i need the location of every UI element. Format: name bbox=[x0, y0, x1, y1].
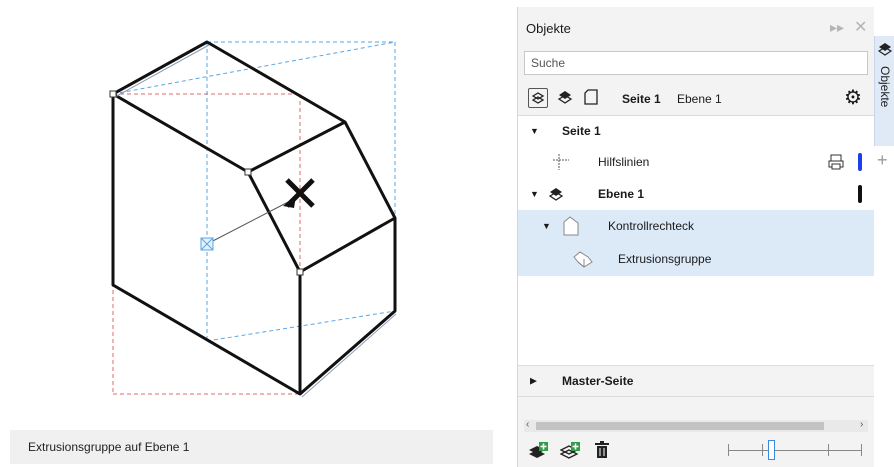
status-bar: Extrusionsgruppe auf Ebene 1 bbox=[10, 430, 493, 464]
horizontal-scrollbar[interactable]: ‹ › bbox=[524, 419, 868, 432]
expand-triangle-icon[interactable]: ▼ bbox=[530, 126, 539, 136]
zoom-slider-thumb[interactable] bbox=[768, 440, 775, 460]
expand-triangle-icon[interactable]: ▼ bbox=[530, 189, 539, 199]
vanishing-point-line bbox=[206, 199, 293, 245]
delete-icon[interactable] bbox=[594, 440, 610, 463]
scroll-right-icon[interactable]: › bbox=[860, 419, 863, 430]
close-icon[interactable]: ✕ bbox=[854, 17, 867, 37]
object-tree: ▼ Seite 1 Hilfslinien ▼ Ebene 1 ▼ Kontro… bbox=[518, 115, 874, 366]
tree-item-extrusion-group[interactable]: Extrusionsgruppe bbox=[518, 242, 874, 276]
layer-icon bbox=[548, 186, 564, 205]
objects-toolbar: Seite 1 Ebene 1 ⚙ bbox=[518, 79, 874, 115]
objects-panel: Objekte ▸▸ ✕ Seite 1 Ebene 1 ⚙ ▼ Seite 1… bbox=[517, 7, 874, 467]
tree-item-layer[interactable]: ▼ Ebene 1 bbox=[518, 178, 874, 210]
panel-title: Objekte bbox=[526, 21, 571, 36]
shape-icon bbox=[562, 216, 580, 239]
extruded-shape bbox=[111, 40, 397, 396]
panel-header: Objekte ▸▸ ✕ bbox=[518, 7, 874, 47]
tree-item-label: Seite 1 bbox=[562, 124, 601, 138]
tree-item-control-rectangle[interactable]: ▼ Kontrollrechteck bbox=[518, 210, 874, 242]
tree-item-label: Hilfslinien bbox=[598, 155, 650, 169]
show-all-pages-icon[interactable] bbox=[528, 88, 548, 108]
zoom-slider[interactable] bbox=[728, 440, 862, 460]
tree-item-label: Extrusionsgruppe bbox=[618, 252, 712, 266]
expand-triangle-icon[interactable]: ▼ bbox=[542, 221, 551, 231]
docker-tab-label: Objekte bbox=[878, 66, 892, 108]
printer-icon[interactable] bbox=[828, 154, 844, 173]
tree-item-label: Master-Seite bbox=[562, 374, 634, 388]
layers-icon bbox=[877, 42, 893, 59]
selection-handle bbox=[109, 90, 117, 98]
page-icon[interactable] bbox=[582, 88, 600, 106]
drawing-canvas[interactable] bbox=[0, 0, 510, 467]
tree-item-master-page[interactable]: ▶ Master-Seite bbox=[518, 365, 874, 397]
tree-item-guides[interactable]: Hilfslinien bbox=[518, 146, 874, 178]
tree-item-label: Ebene 1 bbox=[598, 187, 645, 201]
layer-color-swatch[interactable] bbox=[858, 153, 862, 171]
extrusion-drawing[interactable] bbox=[0, 0, 510, 430]
new-master-layer-icon[interactable] bbox=[559, 441, 584, 464]
docker-tab-objects[interactable]: Objekte bbox=[874, 36, 894, 146]
guides-icon bbox=[553, 154, 569, 173]
search-input[interactable] bbox=[524, 51, 868, 75]
toolbar-page-label: Seite 1 bbox=[622, 92, 661, 106]
selection-handle bbox=[244, 168, 252, 176]
new-layer-icon[interactable] bbox=[528, 441, 550, 464]
scroll-left-icon[interactable]: ‹ bbox=[526, 419, 529, 430]
extrusion-bounding-box bbox=[112, 41, 396, 395]
toolbar-layer-label: Ebene 1 bbox=[677, 92, 722, 106]
selection-handle bbox=[296, 268, 304, 276]
scrollbar-thumb[interactable] bbox=[536, 422, 824, 430]
collapse-triangle-icon[interactable]: ▶ bbox=[530, 376, 537, 387]
add-docker-icon[interactable]: + bbox=[877, 150, 888, 171]
extrusion-depth-handle[interactable] bbox=[283, 178, 315, 208]
layer-color-swatch[interactable] bbox=[858, 185, 862, 203]
panel-bottom-bar bbox=[518, 435, 874, 467]
status-text: Extrusionsgruppe auf Ebene 1 bbox=[28, 440, 190, 454]
gear-icon[interactable]: ⚙ bbox=[844, 87, 862, 109]
extrusion-icon bbox=[572, 249, 594, 272]
collapse-panel-icon[interactable]: ▸▸ bbox=[830, 19, 844, 36]
tree-item-label: Kontrollrechteck bbox=[608, 219, 695, 233]
tree-item-page[interactable]: ▼ Seite 1 bbox=[518, 116, 874, 146]
layers-icon[interactable] bbox=[556, 88, 574, 106]
